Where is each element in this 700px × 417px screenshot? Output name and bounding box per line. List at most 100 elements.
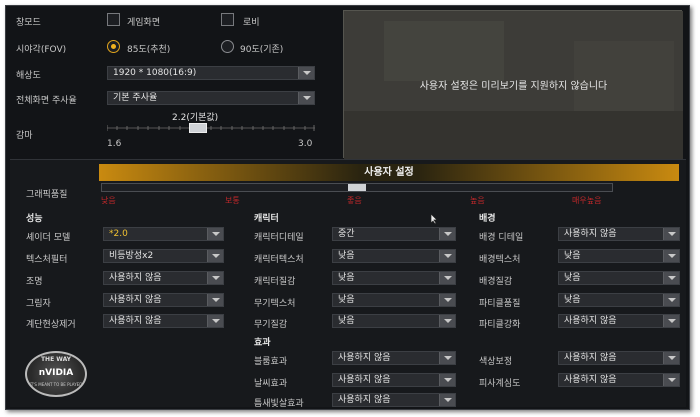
particle-enhance-label: 파티클강화 [479, 320, 521, 330]
performance-heading: 성능 [26, 214, 43, 224]
chevron-down-icon [439, 294, 455, 306]
particle-quality-value: 낮음 [564, 295, 581, 305]
mouse-cursor-icon [430, 213, 438, 225]
lighting-label: 조명 [26, 277, 43, 287]
dof-dropdown[interactable]: 사용하지 않음 [558, 373, 680, 387]
chevron-down-icon [207, 250, 223, 262]
char-detail-dropdown[interactable]: 중간 [332, 227, 456, 241]
color-correction-dropdown[interactable]: 사용하지 않음 [558, 351, 680, 365]
texture-filter-value: 비등방성x2 [109, 251, 154, 261]
fov-90-radio[interactable] [221, 40, 234, 53]
shadow-label: 그림자 [26, 299, 51, 309]
particle-enhance-dropdown[interactable]: 사용하지 않음 [558, 314, 680, 328]
fov-label: 시야각(FOV) [16, 45, 67, 55]
character-heading: 캐릭터 [254, 214, 279, 224]
shader-model-dropdown[interactable]: *2.0 [103, 227, 224, 241]
particle-quality-label: 파티클품질 [479, 299, 521, 309]
chevron-down-icon [439, 315, 455, 327]
bg-detail-value: 사용하지 않음 [564, 229, 617, 239]
custom-settings-header: 사용자 설정 [99, 164, 679, 181]
gamma-slider-ticks [106, 125, 315, 131]
texture-filter-dropdown[interactable]: 비등방성x2 [103, 249, 224, 263]
quality-level-low: 낮음 [101, 196, 116, 205]
chevron-down-icon [207, 294, 223, 306]
texture-filter-label: 텍스처필터 [26, 255, 68, 265]
bg-material-value: 낮음 [564, 273, 581, 283]
shadow-value: 사용하지 않음 [109, 295, 162, 305]
background-heading: 배경 [479, 214, 496, 224]
lobby-label: 로비 [243, 18, 260, 28]
chevron-down-icon [298, 67, 314, 79]
char-detail-label: 캐릭터디테일 [254, 233, 304, 243]
chevron-down-icon [207, 228, 223, 240]
godrays-label: 틈새빛살효과 [254, 399, 304, 409]
gamma-label: 감마 [16, 131, 33, 141]
chevron-down-icon [663, 315, 679, 327]
preview-unsupported-text: 사용자 설정은 미리보기를 지원하지 않습니다 [419, 81, 608, 92]
weapon-texture-dropdown[interactable]: 낮음 [332, 293, 456, 307]
chevron-down-icon [439, 374, 455, 386]
shadow-dropdown[interactable]: 사용하지 않음 [103, 293, 224, 307]
weapon-texture-value: 낮음 [338, 295, 355, 305]
particle-enhance-value: 사용하지 않음 [564, 316, 617, 326]
graphics-quality-handle[interactable] [348, 184, 366, 191]
resolution-value: 1920 * 1080(16:9) [113, 68, 197, 78]
bg-material-dropdown[interactable]: 낮음 [558, 271, 680, 285]
chevron-down-icon [663, 374, 679, 386]
chevron-down-icon [439, 352, 455, 364]
char-detail-value: 중간 [338, 229, 355, 239]
nvidia-logo-brand: nVIDIA [38, 368, 74, 378]
quality-level-good: 좋음 [347, 196, 362, 205]
graphics-quality-slider[interactable] [101, 183, 613, 192]
gamma-slider-handle[interactable] [189, 123, 207, 133]
lighting-value: 사용하지 않음 [109, 273, 162, 283]
refresh-rate-value: 기본 주사율 [113, 93, 158, 103]
lighting-dropdown[interactable]: 사용하지 않음 [103, 271, 224, 285]
resolution-dropdown[interactable]: 1920 * 1080(16:9) [107, 66, 315, 80]
graphics-quality-label: 그래픽품질 [26, 190, 68, 200]
bloom-dropdown[interactable]: 사용하지 않음 [332, 351, 456, 365]
quality-level-normal: 보통 [225, 196, 240, 205]
godrays-dropdown[interactable]: 사용하지 않음 [332, 393, 456, 407]
weather-label: 날씨효과 [254, 379, 288, 389]
nvidia-logo-tagline: IT'S MEANT TO BE PLAYED [29, 382, 83, 387]
gamma-max-label: 3.0 [298, 139, 313, 149]
shader-model-value: *2.0 [109, 229, 128, 239]
weather-dropdown[interactable]: 사용하지 않음 [332, 373, 456, 387]
refresh-rate-dropdown[interactable]: 기본 주사율 [107, 91, 315, 105]
chevron-down-icon [663, 294, 679, 306]
shader-model-label: 셰이더 모델 [26, 233, 71, 243]
graphics-settings-window: 창모드 게임화면 로비 시야각(FOV) 85도(추천) 90도(기존) 해상도… [5, 5, 690, 410]
quality-level-high: 높음 [470, 196, 485, 205]
window-mode-label: 창모드 [16, 18, 41, 28]
char-material-label: 캐릭터질감 [254, 277, 296, 287]
lobby-checkbox[interactable] [221, 13, 234, 26]
godrays-value: 사용하지 않음 [338, 395, 391, 405]
weapon-material-dropdown[interactable]: 낮음 [332, 314, 456, 328]
fov-90-label: 90도(기존) [240, 45, 284, 55]
weapon-material-label: 무기질감 [254, 320, 288, 330]
antialiasing-label: 계단현상제거 [26, 320, 76, 330]
quality-level-very-high: 매우높음 [572, 196, 602, 205]
gamma-slider[interactable] [106, 123, 315, 133]
dof-label: 피사계심도 [479, 379, 521, 389]
bloom-label: 블룸효과 [254, 357, 288, 367]
char-texture-label: 캐릭터텍스처 [254, 255, 304, 265]
game-screen-checkbox[interactable] [107, 13, 120, 26]
weather-value: 사용하지 않음 [338, 375, 391, 385]
particle-quality-dropdown[interactable]: 낮음 [558, 293, 680, 307]
color-correction-label: 색상보정 [479, 357, 513, 367]
char-texture-dropdown[interactable]: 낮음 [332, 249, 456, 263]
antialiasing-dropdown[interactable]: 사용하지 않음 [103, 314, 224, 328]
fov-85-label: 85도(추천) [127, 45, 171, 55]
chevron-down-icon [663, 352, 679, 364]
antialiasing-value: 사용하지 않음 [109, 316, 162, 326]
bg-detail-dropdown[interactable]: 사용하지 않음 [558, 227, 680, 241]
gamma-current-value: 2.2(기본값) [172, 113, 219, 123]
bg-texture-dropdown[interactable]: 낮음 [558, 249, 680, 263]
fov-85-radio[interactable] [107, 40, 120, 53]
bg-texture-value: 낮음 [564, 251, 581, 261]
char-material-dropdown[interactable]: 낮음 [332, 271, 456, 285]
chevron-down-icon [439, 272, 455, 284]
chevron-down-icon [207, 315, 223, 327]
